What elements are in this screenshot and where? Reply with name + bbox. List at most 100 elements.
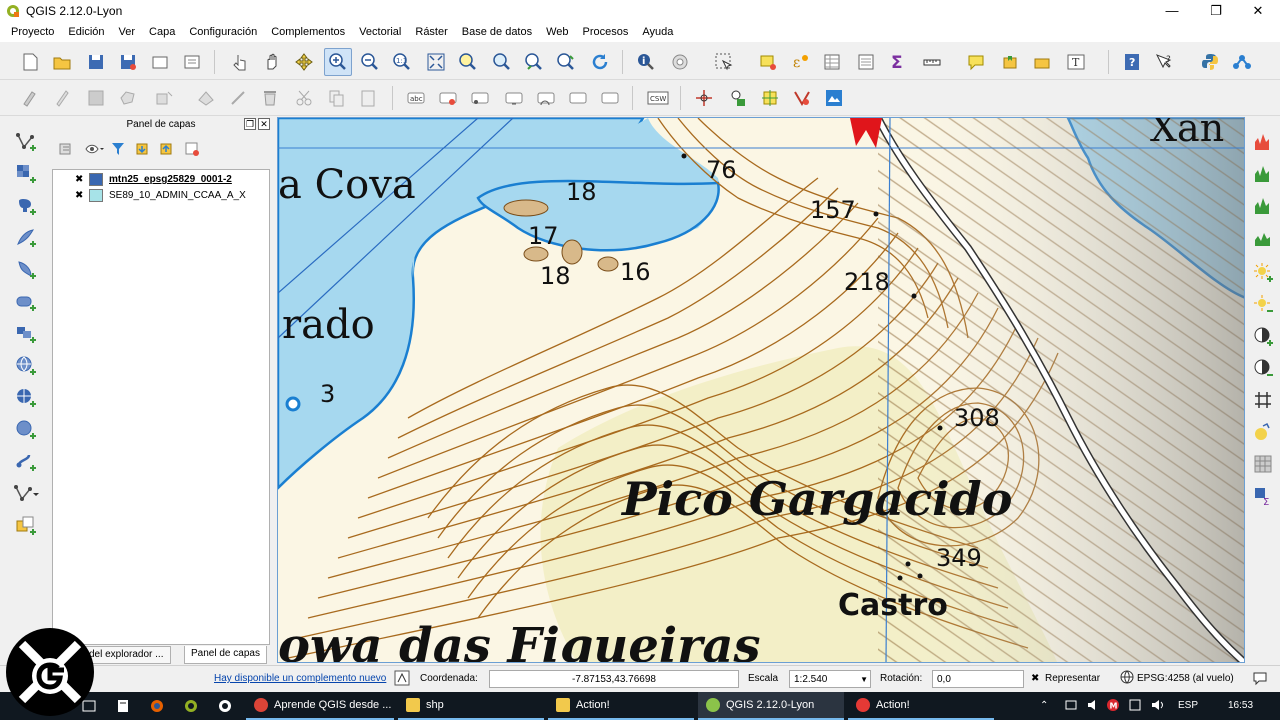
histogram-stretch-icon[interactable] xyxy=(1251,130,1275,154)
show-bookmarks-icon[interactable] xyxy=(1028,48,1056,76)
menu-complementos[interactable]: Complementos xyxy=(264,22,352,42)
minimize-button[interactable]: — xyxy=(1152,0,1192,22)
rotation-spinbox[interactable]: 0,0 xyxy=(932,670,1024,688)
tray-speaker-icon[interactable] xyxy=(1150,692,1164,720)
tray-chevron-icon[interactable]: ⌃ xyxy=(1040,692,1048,720)
current-edits-icon[interactable] xyxy=(16,84,44,112)
save-project-icon[interactable] xyxy=(82,48,110,76)
deselect-features-icon[interactable] xyxy=(754,48,782,76)
add-delimited-text-layer-icon[interactable] xyxy=(12,448,40,476)
increase-brightness-icon[interactable] xyxy=(1251,260,1275,284)
coordinate-field[interactable]: -7.87153,43.76698 xyxy=(489,670,739,688)
add-raster-layer-icon[interactable] xyxy=(12,160,40,188)
add-virtual-layer-icon[interactable] xyxy=(12,512,40,540)
menu-vectorial[interactable]: Vectorial xyxy=(352,22,408,42)
map-canvas[interactable]: a Cova rado Pico Gargacido Castro owa da… xyxy=(277,117,1245,663)
add-mssql-layer-icon[interactable] xyxy=(12,256,40,284)
tray-clock[interactable]: 16:53 xyxy=(1228,692,1253,720)
zoom-next-icon[interactable] xyxy=(552,48,580,76)
expand-all-icon[interactable] xyxy=(134,141,150,157)
identify-features-icon[interactable]: i xyxy=(632,48,660,76)
georeferencer-icon[interactable] xyxy=(690,84,718,112)
whats-this-icon[interactable]: ? xyxy=(1150,48,1178,76)
decrease-contrast-icon[interactable] xyxy=(1251,356,1275,380)
pan-map-icon[interactable] xyxy=(258,48,286,76)
touch-zoom-icon[interactable] xyxy=(226,48,254,76)
taskbar-app-shp[interactable]: shp xyxy=(398,692,544,720)
new-bookmark-icon[interactable] xyxy=(996,48,1024,76)
render-checkbox[interactable]: ✖ xyxy=(1031,670,1039,688)
tray-volume-icon[interactable] xyxy=(1086,692,1100,720)
add-spatialite-layer-icon[interactable] xyxy=(12,224,40,252)
collapse-all-icon[interactable] xyxy=(158,141,174,157)
coordinate-capture-icon[interactable] xyxy=(756,84,784,112)
tray-network-icon[interactable] xyxy=(1064,692,1078,720)
zoom-in-icon[interactable] xyxy=(324,48,352,76)
toggle-extents-icon[interactable] xyxy=(394,670,412,688)
gps-tools-icon[interactable] xyxy=(724,84,752,112)
refresh-icon[interactable] xyxy=(586,48,614,76)
text-annotation-icon[interactable]: T xyxy=(1062,48,1090,76)
crs-status[interactable]: EPSG:4258 (al vuelo) xyxy=(1137,670,1234,688)
decrease-brightness-icon[interactable] xyxy=(1251,292,1275,316)
select-features-icon[interactable] xyxy=(710,48,738,76)
copy-features-icon[interactable] xyxy=(322,84,350,112)
zonal-statistics-icon[interactable]: Σ xyxy=(1251,484,1275,508)
field-calculator-icon[interactable]: ε xyxy=(786,48,814,76)
add-db2-layer-icon[interactable] xyxy=(12,320,40,348)
panel-close-button[interactable]: ✕ xyxy=(258,118,270,130)
increase-contrast-icon[interactable] xyxy=(1251,324,1275,348)
heatmap-plugin-icon[interactable] xyxy=(788,84,816,112)
grid-icon[interactable] xyxy=(1251,388,1275,412)
filter-legend-icon[interactable] xyxy=(110,141,126,157)
zoom-to-selection-icon[interactable] xyxy=(454,48,482,76)
node-tool-icon[interactable] xyxy=(192,84,220,112)
tray-language[interactable]: ESP xyxy=(1178,692,1198,720)
messages-icon[interactable] xyxy=(1252,670,1268,688)
menu-base-de-datos[interactable]: Base de datos xyxy=(455,22,539,42)
pin-labels-icon[interactable] xyxy=(434,84,462,112)
add-oracle-layer-icon[interactable] xyxy=(12,288,40,316)
layer-labeling-icon[interactable]: abc xyxy=(402,84,430,112)
tray-app-icon[interactable] xyxy=(1128,692,1142,720)
toggle-editing-icon[interactable] xyxy=(48,84,76,112)
manage-visibility-icon[interactable] xyxy=(84,141,106,157)
raster-terrain-icon[interactable] xyxy=(820,84,848,112)
open-project-icon[interactable] xyxy=(48,48,76,76)
local-stretch-icon[interactable] xyxy=(1251,162,1275,186)
taskbar-app-chrome[interactable]: Aprende QGIS desde ... xyxy=(246,692,394,720)
menu-ver[interactable]: Ver xyxy=(112,22,143,42)
tab-layers[interactable]: Panel de capas xyxy=(184,646,267,664)
metasearch-csw-icon[interactable]: CSW xyxy=(644,84,672,112)
menu-edicion[interactable]: Edición xyxy=(61,22,111,42)
layer-styling-icon[interactable] xyxy=(58,141,74,157)
full-stretch-icon[interactable] xyxy=(1251,194,1275,218)
taskbar-app-action[interactable]: Action! xyxy=(848,692,994,720)
delete-selected-icon[interactable] xyxy=(256,84,284,112)
close-button[interactable]: ✕ xyxy=(1238,0,1278,22)
add-postgis-layer-icon[interactable] xyxy=(12,192,40,220)
crs-globe-icon[interactable] xyxy=(1120,670,1134,688)
zoom-out-icon[interactable] xyxy=(356,48,384,76)
qgis-browser-taskbar-icon[interactable] xyxy=(184,692,200,720)
menu-raster[interactable]: Ráster xyxy=(408,22,454,42)
remove-layer-icon[interactable] xyxy=(184,141,200,157)
restore-button[interactable]: ❐ xyxy=(1196,0,1236,22)
menu-configuracion[interactable]: Configuración xyxy=(182,22,264,42)
cut-features-icon[interactable] xyxy=(290,84,318,112)
save-as-icon[interactable] xyxy=(114,48,142,76)
measure-line-icon[interactable] xyxy=(918,48,946,76)
composer-manager-icon[interactable] xyxy=(178,48,206,76)
map-tips-icon[interactable] xyxy=(962,48,990,76)
scale-combobox[interactable]: 1:2.540 ▼ xyxy=(789,670,871,688)
add-wcs-layer-icon[interactable] xyxy=(12,384,40,412)
add-wms-layer-icon[interactable] xyxy=(12,352,40,380)
help-contents-icon[interactable]: ? xyxy=(1118,48,1146,76)
taskbar-app-qgis[interactable]: QGIS 2.12.0-Lyon xyxy=(698,692,844,720)
zoom-native-icon[interactable]: 1:1 xyxy=(388,48,416,76)
save-layer-edits-icon[interactable] xyxy=(82,84,110,112)
layer-item-mtn25[interactable]: ✖ mtn25_epsg25829_0001-2 xyxy=(75,172,232,187)
zoom-full-icon[interactable] xyxy=(422,48,450,76)
rotate-label-icon[interactable] xyxy=(532,84,560,112)
new-shapefile-layer-icon[interactable] xyxy=(12,480,40,508)
